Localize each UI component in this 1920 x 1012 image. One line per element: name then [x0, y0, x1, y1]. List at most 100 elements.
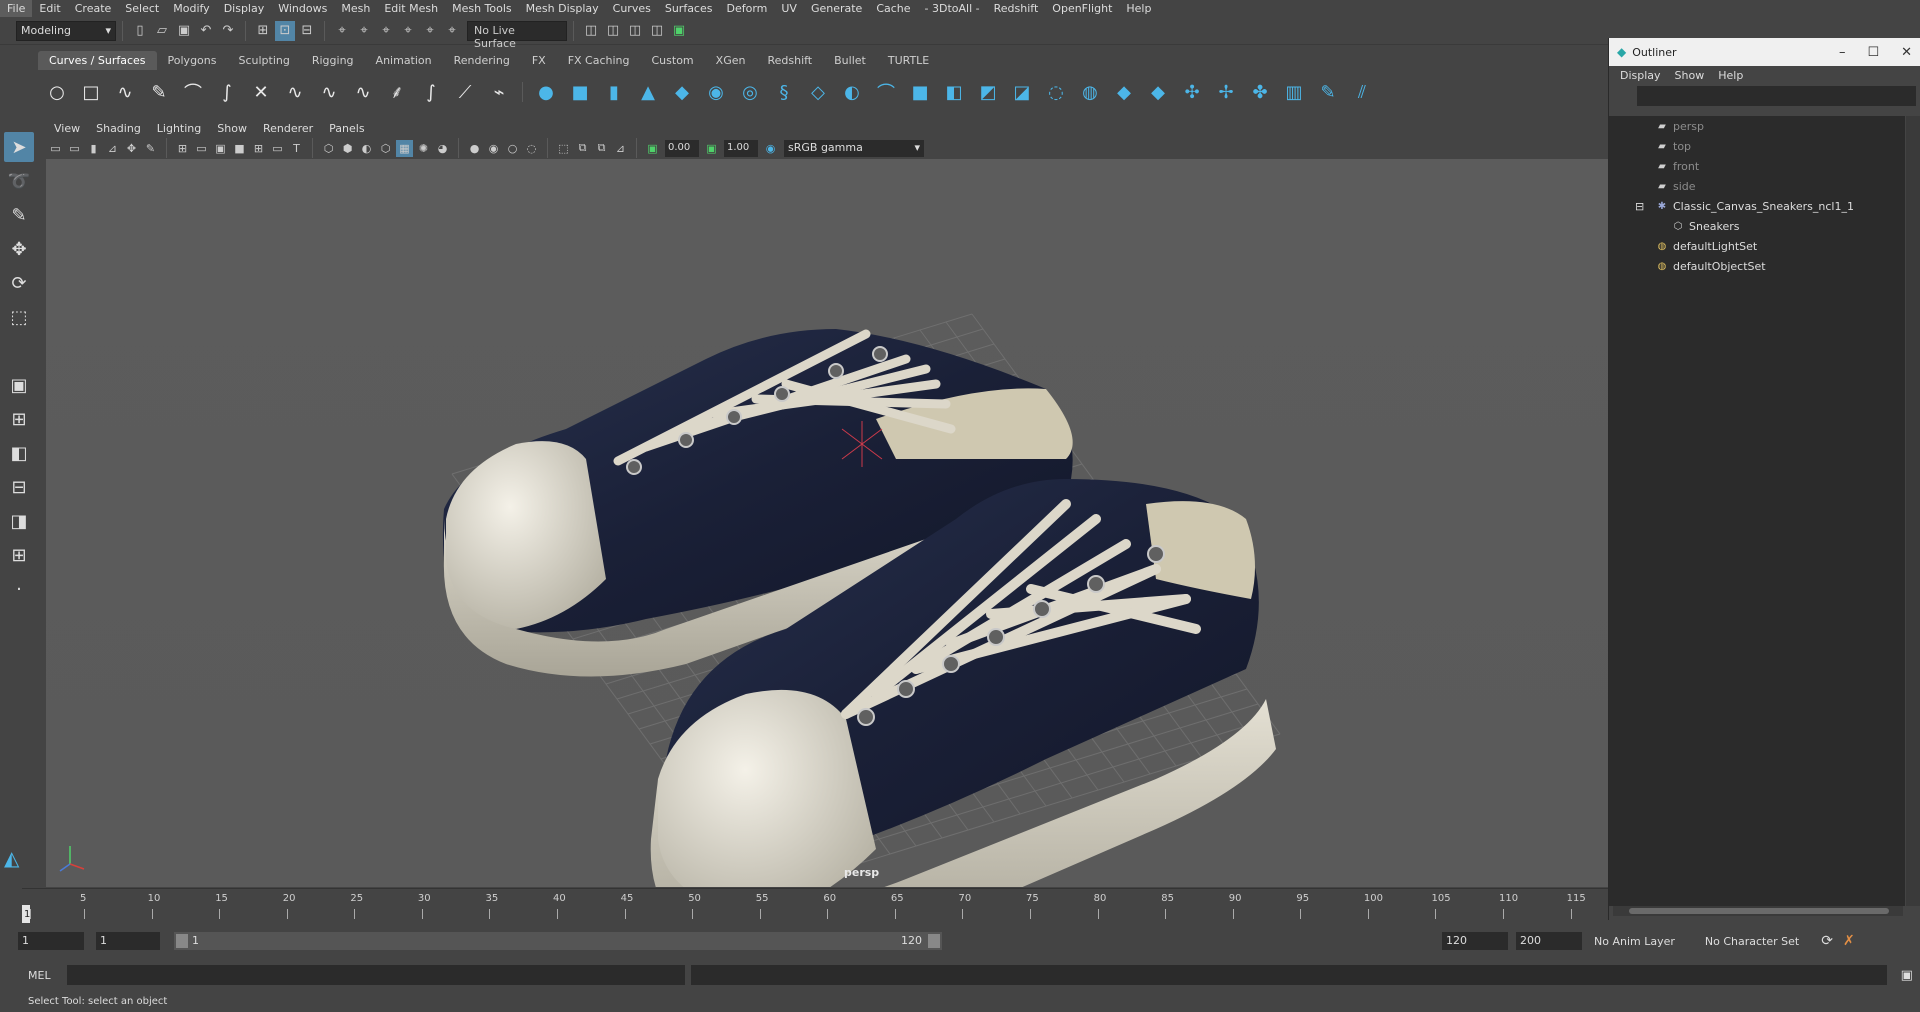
nurbs-plane-icon[interactable]: ◆: [668, 78, 696, 106]
outliner-horizontal-scrollbar[interactable]: [1613, 906, 1903, 916]
outliner-scroll-thumb[interactable]: [1629, 908, 1889, 914]
cv-curve-icon[interactable]: ⌒: [179, 78, 207, 106]
outliner-layout-icon[interactable]: ◨: [4, 506, 34, 536]
render-settings-icon[interactable]: ◫: [625, 21, 645, 41]
grease-pencil-icon[interactable]: ✎: [142, 140, 159, 157]
surface-brush-icon[interactable]: ✎: [1314, 78, 1342, 106]
exposure-icon[interactable]: ▣: [644, 140, 661, 157]
isolate-select-icon[interactable]: ⬚: [555, 140, 572, 157]
offset-curve-icon[interactable]: ∿: [349, 78, 377, 106]
minimize-icon[interactable]: –: [1839, 45, 1846, 60]
panel-menu-item[interactable]: Panels: [321, 122, 372, 135]
save-scene-icon[interactable]: ▣: [174, 21, 194, 41]
select-hierarchy-icon[interactable]: ⊞: [253, 21, 273, 41]
trim-icon[interactable]: ◌: [1042, 78, 1070, 106]
scale-tool-icon[interactable]: ⬚: [4, 302, 34, 332]
resolution-gate-icon[interactable]: ▣: [212, 140, 229, 157]
xray-active-icon[interactable]: ⧉: [593, 140, 610, 157]
playback-end-field[interactable]: 120: [1442, 932, 1508, 950]
open-scene-icon[interactable]: ▱: [152, 21, 172, 41]
curve-intersect-icon[interactable]: ✕: [247, 78, 275, 106]
snap-curve-icon[interactable]: ⌖: [354, 21, 374, 41]
menu-item[interactable]: Select: [118, 0, 166, 17]
rebuild-surface-icon[interactable]: ✢: [1212, 78, 1240, 106]
boundary-icon[interactable]: ■: [906, 78, 934, 106]
use-all-lights-icon[interactable]: ✺: [415, 140, 432, 157]
fillet-curve-icon[interactable]: ∫: [417, 78, 445, 106]
bevel-icon[interactable]: ◩: [974, 78, 1002, 106]
shelf-tab[interactable]: Polygons: [157, 51, 228, 70]
gamma-field[interactable]: 1.00: [724, 139, 758, 157]
menu-item[interactable]: Mesh Display: [519, 0, 606, 17]
nurbs-cone-icon[interactable]: ▲: [634, 78, 662, 106]
motion-blur-icon[interactable]: ◉: [485, 140, 502, 157]
collapse-toggle-icon[interactable]: ⊟: [1635, 196, 1644, 216]
script-editor-icon[interactable]: ▣: [1901, 968, 1913, 983]
wireframe-on-shaded-icon[interactable]: ⬡: [377, 140, 394, 157]
shelf-tab[interactable]: Rigging: [301, 51, 365, 70]
cut-curve-icon[interactable]: ⌁: [485, 78, 513, 106]
menu-item[interactable]: Generate: [804, 0, 869, 17]
outliner-row[interactable]: ▰ front: [1655, 156, 1699, 176]
anti-alias-icon[interactable]: ○: [504, 140, 521, 157]
outliner-menu-item[interactable]: Display: [1613, 69, 1668, 82]
rebuild-curve-icon[interactable]: ⸙: [383, 78, 411, 106]
snap-point-icon[interactable]: ⌖: [376, 21, 396, 41]
outliner-row[interactable]: ▰ top: [1655, 136, 1691, 156]
view-transform-dropdown[interactable]: sRGB gamma ▾: [784, 139, 924, 157]
snap-view-icon[interactable]: ⌖: [398, 21, 418, 41]
nurbs-square-icon[interactable]: □: [77, 78, 105, 106]
select-object-icon[interactable]: ⊡: [275, 20, 295, 41]
menu-item[interactable]: Deform: [719, 0, 774, 17]
menu-item[interactable]: Modify: [166, 0, 216, 17]
select-tool-icon[interactable]: ➤: [4, 132, 34, 162]
shadows-icon[interactable]: ◕: [434, 140, 451, 157]
character-set-dropdown[interactable]: No Character Set: [1705, 935, 1799, 948]
grid-toggle-icon[interactable]: ⊞: [174, 140, 191, 157]
menu-item[interactable]: Help: [1119, 0, 1158, 17]
xray-icon[interactable]: ⧉: [574, 140, 591, 157]
four-layout-icon[interactable]: ⊞: [4, 404, 34, 434]
menu-item[interactable]: - 3DtoAll -: [918, 0, 987, 17]
nurbs-circle-icon[interactable]: ○: [43, 78, 71, 106]
sculpt-surface-icon[interactable]: ✤: [1246, 78, 1274, 106]
lasso-tool-icon[interactable]: ➰: [4, 166, 34, 196]
gamma-icon[interactable]: ▣: [703, 140, 720, 157]
shelf-tab[interactable]: XGen: [705, 51, 757, 70]
curve-tool-icon[interactable]: ∿: [281, 78, 309, 106]
outliner-menu-item[interactable]: Show: [1668, 69, 1712, 82]
end-frame-field[interactable]: 200: [1516, 932, 1582, 950]
side-layout-icon[interactable]: ◧: [4, 438, 34, 468]
shelf-tab[interactable]: Curves / Surfaces: [38, 51, 157, 70]
panel-menu-item[interactable]: View: [46, 122, 88, 135]
gate-mask-icon[interactable]: ■: [231, 140, 248, 157]
insert-isoparm-icon[interactable]: ◆: [1110, 78, 1138, 106]
range-end-handle[interactable]: [928, 934, 940, 948]
depth-of-field-icon[interactable]: ◌: [523, 140, 540, 157]
planar-icon[interactable]: ◇: [804, 78, 832, 106]
square-surface-icon[interactable]: ◧: [940, 78, 968, 106]
textured-icon[interactable]: ▦: [396, 139, 413, 157]
snap-live-icon[interactable]: ⌖: [442, 21, 462, 41]
paint-select-icon[interactable]: ✎: [4, 200, 34, 230]
outliner-row[interactable]: ◍ defaultLightSet: [1655, 236, 1758, 256]
outliner-menu-item[interactable]: Help: [1711, 69, 1750, 82]
menu-item[interactable]: OpenFlight: [1045, 0, 1119, 17]
outliner-row[interactable]: ▰ side: [1655, 176, 1695, 196]
time-slider[interactable]: 1 5 10 15 20 25 30 35 40 45 50 55 60 65 70 75 80 85 90 95 1…: [22, 888, 1608, 923]
surface-editing-icon[interactable]: ▥: [1280, 78, 1308, 106]
auto-key-icon[interactable]: ⟳: [1821, 933, 1833, 949]
bezier-curve-icon[interactable]: ∫: [213, 78, 241, 106]
safe-action-icon[interactable]: ▭: [269, 140, 286, 157]
outliner-row[interactable]: ◍ defaultObjectSet: [1655, 256, 1766, 276]
menu-item[interactable]: Edit Mesh: [377, 0, 445, 17]
default-material-icon[interactable]: ◐: [358, 140, 375, 157]
menu-item[interactable]: Windows: [271, 0, 334, 17]
panel-menu-item[interactable]: Shading: [88, 122, 149, 135]
start-frame-field[interactable]: 1: [18, 932, 84, 950]
film-gate-icon[interactable]: ▭: [193, 140, 210, 157]
shelf-tab[interactable]: Sculpting: [227, 51, 300, 70]
image-plane-icon[interactable]: ⊿: [104, 140, 121, 157]
hypershade-icon[interactable]: ◫: [647, 21, 667, 41]
untrim-icon[interactable]: ◍: [1076, 78, 1104, 106]
